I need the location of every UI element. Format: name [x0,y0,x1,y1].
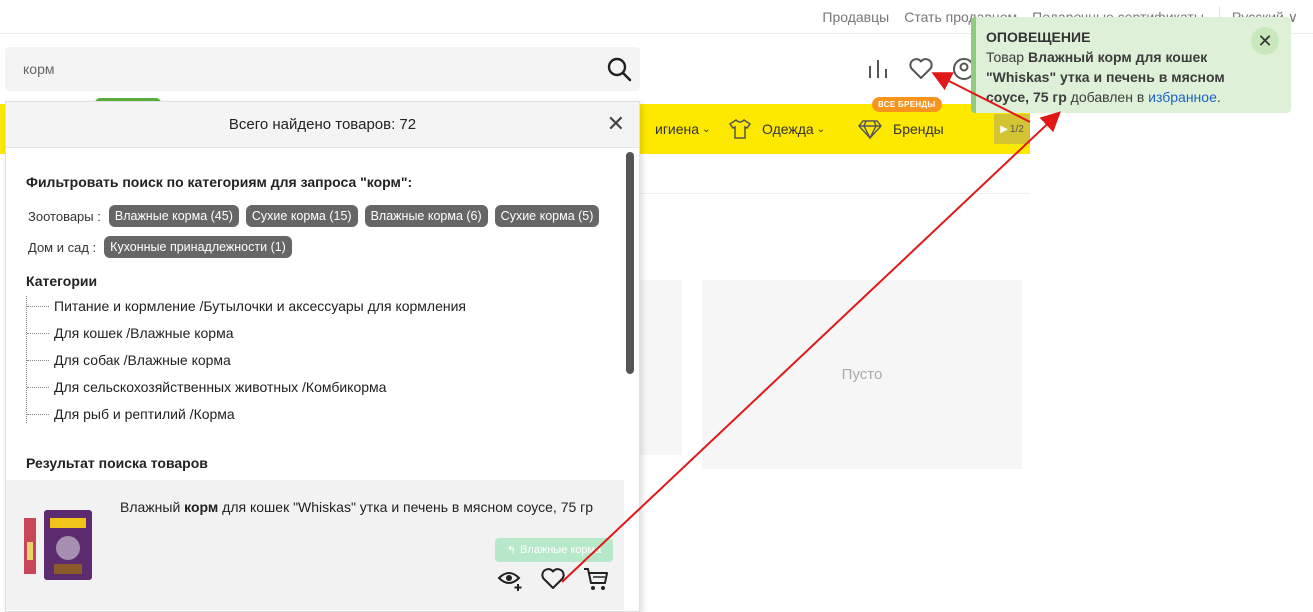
product-image[interactable] [24,510,94,580]
favorites-notification: ОПОВЕЩЕНИЕ Товар Влажный корм для кошек … [971,17,1291,113]
product-title-highlight: корм [184,499,219,515]
favorite-heart-icon[interactable] [540,566,566,592]
search-box [5,47,640,91]
category-item[interactable]: Для рыб и рептилий /Корма [27,406,235,422]
search-results-panel: Всего найдено товаров: 72 ✕ Фильтровать … [5,101,640,612]
results-title: Результат поиска товаров [26,455,208,471]
category-label: Для собак /Влажные корма [54,352,231,368]
product-category-tag[interactable]: ↰ Влажные корма [495,538,613,562]
header-icons [864,55,977,82]
filter-chip[interactable]: Влажные корма (45) [108,205,239,227]
close-icon[interactable]: ✕ [1251,27,1279,55]
favorites-link[interactable]: избранное [1148,89,1217,105]
category-item[interactable]: Для собак /Влажные корма [27,352,231,368]
tree-connector [27,359,49,361]
category-item[interactable]: Питание и кормление /Бутылочки и аксессу… [27,298,466,314]
scrollbar[interactable] [626,152,634,374]
tree-connector [27,332,49,334]
product-result[interactable]: Влажный корм для кошек "Whiskas" утка и … [6,480,624,610]
diamond-icon [858,120,882,140]
category-label: Для рыб и рептилий /Корма [54,406,235,422]
filter-group-pets: Зоотовары : Влажные корма (45) Сухие кор… [28,205,606,227]
notification-title: ОПОВЕЩЕНИЕ [986,29,1091,45]
category-item[interactable]: Для кошек /Влажные корма [27,325,234,341]
filter-title: Фильтровать поиск по категориям для запр… [26,174,413,190]
empty-label: Пусто [841,366,883,383]
notification-text: . [1216,89,1221,105]
category-label: Для кошек /Влажные корма [54,325,234,341]
panel-header: Всего найдено товаров: 72 ✕ [6,102,639,148]
search-icon[interactable] [606,56,632,82]
nav-item-hygiene[interactable]: игиена ⌄ [655,104,710,154]
nav-brands-label: Бренды [893,121,944,137]
tree-connector [27,413,49,415]
divider [640,193,1030,194]
compare-icon[interactable] [864,55,891,82]
play-icon: ▶ [1000,123,1008,135]
filter-group-home: Дом и сад : Кухонные принадлежности (1) [28,236,299,258]
empty-slot: Пусто [702,280,1022,469]
cart-icon[interactable] [583,566,609,592]
chevron-down-icon: ⌄ [702,123,711,135]
product-title[interactable]: Влажный корм для кошек "Whiskas" утка и … [120,498,610,516]
quick-view-icon[interactable] [497,566,523,592]
filter-group-label: Зоотовары : [28,208,101,224]
reply-icon: ↰ [506,544,516,557]
filter-chip[interactable]: Сухие корма (5) [494,205,600,227]
notification-text: добавлен в [1066,89,1149,105]
category-tag-label: Влажные корма [519,544,602,556]
category-label: Для сельскохозяйственных животных /Комби… [54,379,387,395]
nav-pager[interactable]: ▶ 1/2 [994,114,1030,144]
notification-message: Товар Влажный корм для кошек "Whiskas" у… [986,47,1235,107]
filter-chip[interactable]: Влажные корма (6) [364,205,488,227]
tree-connector [27,386,49,388]
chevron-down-icon: ⌄ [816,123,826,135]
results-count: Всего найдено товаров: 72 [228,116,417,133]
filter-group-label: Дом и сад : [28,239,97,255]
close-icon[interactable]: ✕ [607,113,625,135]
categories-title: Категории [26,273,98,289]
product-title-part: Влажный [120,499,185,515]
category-tree: Питание и кормление /Бутылочки и аксессу… [26,296,466,423]
shirt-icon [728,119,752,139]
tree-connector [27,305,49,307]
pager-label: 1/2 [1009,123,1024,135]
filter-chip[interactable]: Кухонные принадлежности (1) [104,236,292,258]
product-title-part: для кошек "Whiskas" утка и печень в мясн… [218,499,594,515]
all-brands-badge[interactable]: ВСЕ БРЕНДЫ [872,97,942,112]
nav-item-clothes[interactable]: Одежда ⌄ [728,104,825,154]
empty-slot [635,280,682,455]
sellers-link[interactable]: Продавцы [822,9,889,25]
search-input[interactable] [5,47,595,91]
notification-text: Товар [986,49,1028,65]
favorites-icon[interactable] [907,55,934,82]
nav-clothes-label: Одежда [762,121,814,137]
nav-hygiene-label: игиена [655,121,700,137]
filter-chip[interactable]: Сухие корма (15) [245,205,358,227]
category-item[interactable]: Для сельскохозяйственных животных /Комби… [27,379,386,395]
category-label: Питание и кормление /Бутылочки и аксессу… [54,298,467,314]
